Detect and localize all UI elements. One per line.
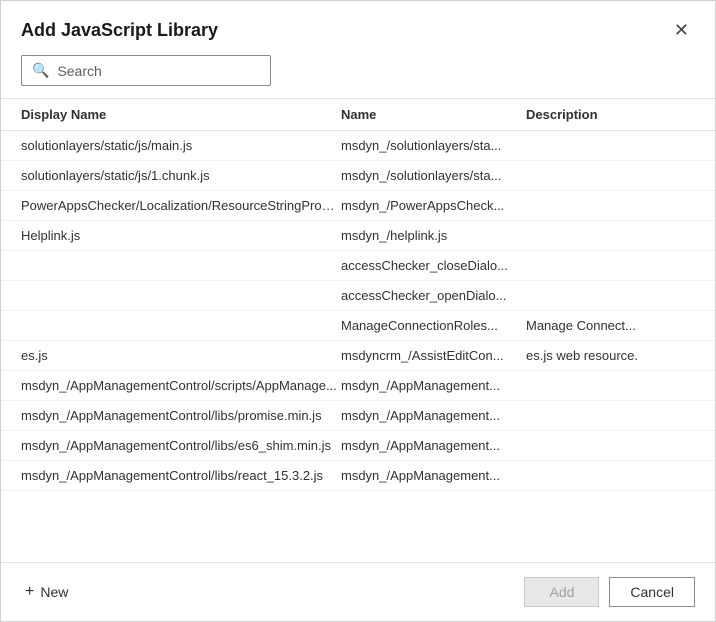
table-container: Display Name Name Description solutionla… xyxy=(1,98,715,562)
cell-name: accessChecker_closeDialo... xyxy=(341,258,526,273)
table-row[interactable]: msdyn_/AppManagementControl/libs/es6_shi… xyxy=(1,431,715,461)
add-button[interactable]: Add xyxy=(524,577,599,607)
cell-display-name: msdyn_/AppManagementControl/scripts/AppM… xyxy=(21,378,341,393)
table-row[interactable]: PowerAppsChecker/Localization/ResourceSt… xyxy=(1,191,715,221)
dialog-footer: + New Add Cancel xyxy=(1,562,715,621)
column-header-display-name: Display Name xyxy=(21,107,341,122)
search-area: 🔍 xyxy=(1,55,715,98)
cell-display-name: es.js xyxy=(21,348,341,363)
search-box: 🔍 xyxy=(21,55,271,86)
cell-name: msdyn_/solutionlayers/sta... xyxy=(341,168,526,183)
cell-display-name: msdyn_/AppManagementControl/libs/es6_shi… xyxy=(21,438,341,453)
search-input[interactable] xyxy=(57,63,260,79)
table-row[interactable]: accessChecker_openDialo... xyxy=(1,281,715,311)
table-row[interactable]: Helplink.jsmsdyn_/helplink.js xyxy=(1,221,715,251)
cell-display-name: Helplink.js xyxy=(21,228,341,243)
cell-name: msdyn_/AppManagement... xyxy=(341,408,526,423)
column-header-description: Description xyxy=(526,107,695,122)
table-body: solutionlayers/static/js/main.jsmsdyn_/s… xyxy=(1,131,715,562)
column-header-name: Name xyxy=(341,107,526,122)
cell-display-name: PowerAppsChecker/Localization/ResourceSt… xyxy=(21,198,341,213)
table-header: Display Name Name Description xyxy=(1,99,715,131)
cell-name: msdyn_/AppManagement... xyxy=(341,378,526,393)
cell-name: msdyncrm_/AssistEditCon... xyxy=(341,348,526,363)
cell-description: es.js web resource. xyxy=(526,348,695,363)
dialog-header: Add JavaScript Library ✕ xyxy=(1,1,715,55)
cell-display-name: msdyn_/AppManagementControl/libs/promise… xyxy=(21,408,341,423)
table-row[interactable]: es.jsmsdyncrm_/AssistEditCon...es.js web… xyxy=(1,341,715,371)
cancel-button[interactable]: Cancel xyxy=(609,577,695,607)
cell-display-name: solutionlayers/static/js/main.js xyxy=(21,138,341,153)
table-row[interactable]: ManageConnectionRoles...Manage Connect..… xyxy=(1,311,715,341)
table-row[interactable]: msdyn_/AppManagementControl/scripts/AppM… xyxy=(1,371,715,401)
cell-name: msdyn_/PowerAppsCheck... xyxy=(341,198,526,213)
cell-name: msdyn_/solutionlayers/sta... xyxy=(341,138,526,153)
cell-name: msdyn_/AppManagement... xyxy=(341,438,526,453)
new-button-label: New xyxy=(40,584,68,600)
table-row[interactable]: accessChecker_closeDialo... xyxy=(1,251,715,281)
dialog-title: Add JavaScript Library xyxy=(21,20,218,41)
add-javascript-library-dialog: Add JavaScript Library ✕ 🔍 Display Name … xyxy=(0,0,716,622)
table-row[interactable]: solutionlayers/static/js/main.jsmsdyn_/s… xyxy=(1,131,715,161)
cell-display-name: msdyn_/AppManagementControl/libs/react_1… xyxy=(21,468,341,483)
table-row[interactable]: msdyn_/AppManagementControl/libs/promise… xyxy=(1,401,715,431)
cell-name: msdyn_/AppManagement... xyxy=(341,468,526,483)
new-button[interactable]: + New xyxy=(21,577,72,607)
cell-name: ManageConnectionRoles... xyxy=(341,318,526,333)
cell-display-name: solutionlayers/static/js/1.chunk.js xyxy=(21,168,341,183)
search-icon: 🔍 xyxy=(32,62,49,79)
cell-name: accessChecker_openDialo... xyxy=(341,288,526,303)
cell-description: Manage Connect... xyxy=(526,318,695,333)
cell-name: msdyn_/helplink.js xyxy=(341,228,526,243)
footer-actions: Add Cancel xyxy=(524,577,695,607)
table-row[interactable]: msdyn_/AppManagementControl/libs/react_1… xyxy=(1,461,715,491)
close-button[interactable]: ✕ xyxy=(668,19,695,41)
table-row[interactable]: solutionlayers/static/js/1.chunk.jsmsdyn… xyxy=(1,161,715,191)
plus-icon: + xyxy=(25,583,34,601)
